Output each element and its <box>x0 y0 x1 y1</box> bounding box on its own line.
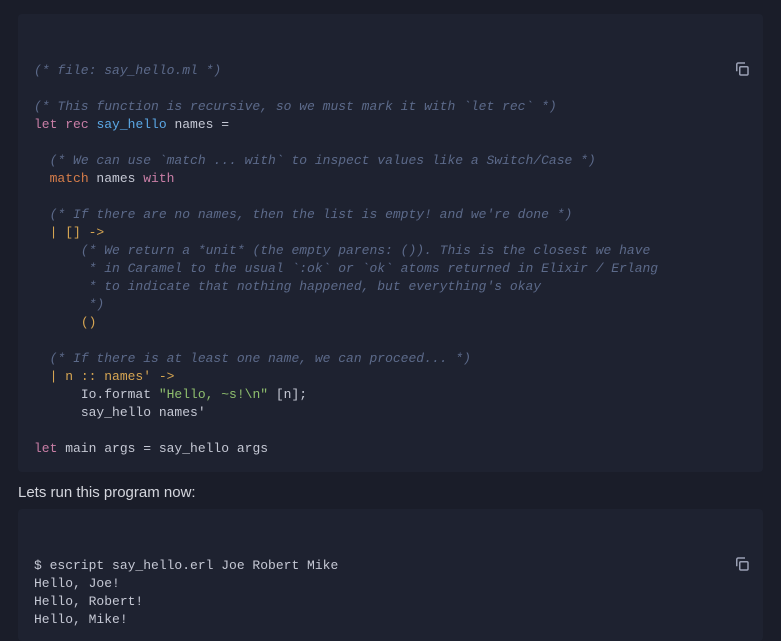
kw-let: let <box>34 441 57 456</box>
copy-icon[interactable] <box>733 519 751 537</box>
code-block-shell: $ escript say_hello.erl Joe Robert Mike … <box>18 509 763 641</box>
match-arm: | [] -> <box>50 225 105 240</box>
code-text: main args = say_hello args <box>57 441 268 456</box>
kw-with: with <box>143 171 174 186</box>
code-text: [n]; <box>268 387 307 402</box>
code-text: names = <box>167 117 229 132</box>
prose-run: Lets run this program now: <box>18 484 763 501</box>
recursive-call: say_hello names' <box>81 405 206 420</box>
code-comment: * to indicate that nothing happened, but… <box>81 279 541 294</box>
code-comment: (* If there is at least one name, we can… <box>50 351 471 366</box>
code-text: names <box>89 171 144 186</box>
call-module: Io.format <box>81 387 159 402</box>
copy-icon[interactable] <box>733 24 751 42</box>
code-comment: *) <box>81 297 104 312</box>
code-comment: (* file: say_hello.ml *) <box>34 63 221 78</box>
code-comment: (* This function is recursive, so we mus… <box>34 99 557 114</box>
fn-name: say_hello <box>96 117 166 132</box>
code-comment: * in Caramel to the usual `:ok` or `ok` … <box>81 261 658 276</box>
code-comment: (* If there are no names, then the list … <box>50 207 573 222</box>
kw-let: let <box>34 117 57 132</box>
code-comment: (* We return a *unit* (the empty parens:… <box>81 243 651 258</box>
shell-output: Hello, Joe! <box>34 576 120 591</box>
kw-rec: rec <box>65 117 88 132</box>
unit-literal: () <box>81 315 97 330</box>
shell-command: $ escript say_hello.erl Joe Robert Mike <box>34 558 338 573</box>
code-comment: (* We can use `match ... with` to inspec… <box>50 153 596 168</box>
match-arm: | n :: names' -> <box>50 369 175 384</box>
kw-match: match <box>50 171 89 186</box>
shell-output: Hello, Robert! <box>34 594 143 609</box>
shell-output: Hello, Mike! <box>34 612 128 627</box>
code-block-ml: (* file: say_hello.ml *) (* This functio… <box>18 14 763 472</box>
string-literal: "Hello, ~s!\n" <box>159 387 268 402</box>
